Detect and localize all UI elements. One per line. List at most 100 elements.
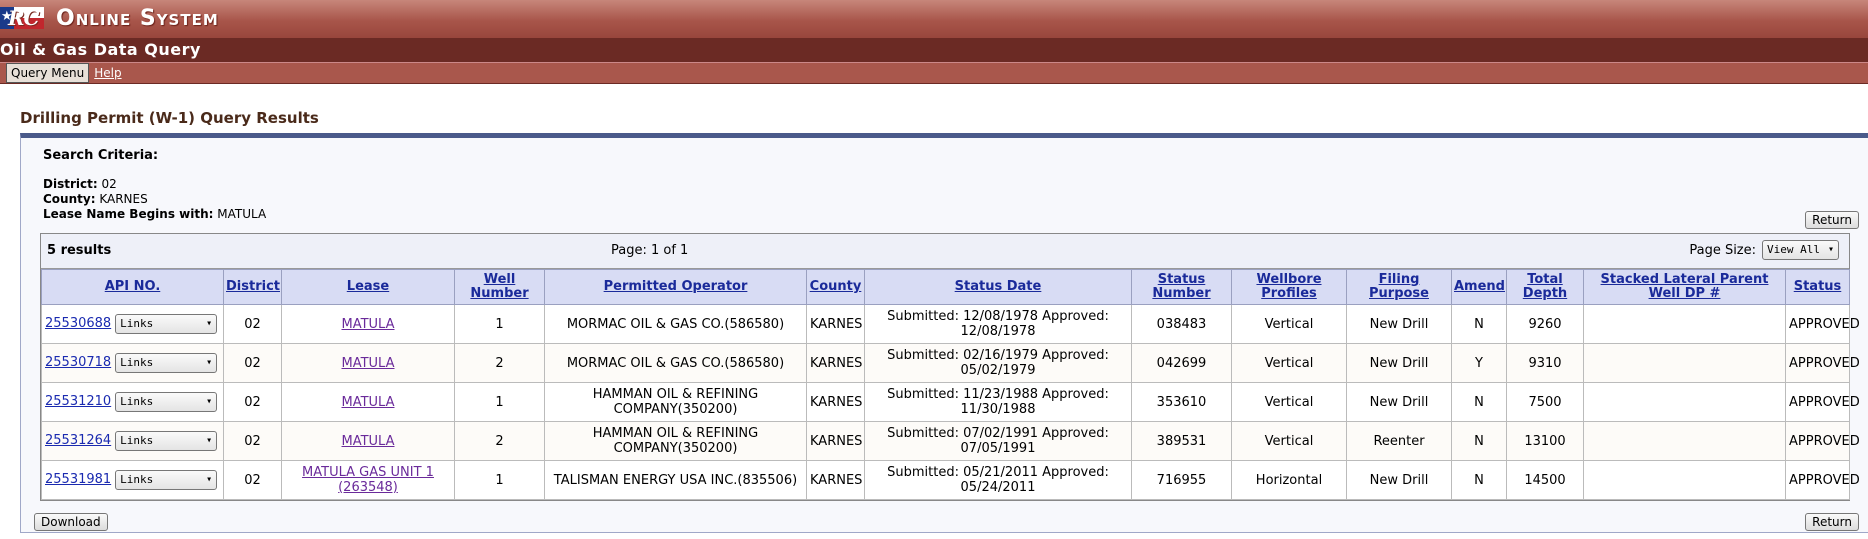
column-header[interactable]: Status Number: [1131, 269, 1232, 305]
download-button[interactable]: Download: [34, 513, 108, 531]
column-header[interactable]: Lease: [281, 269, 455, 305]
cell-well: 1: [454, 304, 545, 344]
chevron-down-icon: ▾: [206, 435, 213, 446]
cell-stacked: [1583, 304, 1786, 344]
criteria-lease: Lease Name Begins with: MATULA: [43, 207, 267, 221]
api-link[interactable]: 25531981: [45, 472, 111, 487]
page-title: Drilling Permit (W-1) Query Results: [20, 109, 319, 127]
system-title: Online System: [56, 6, 219, 31]
cell-well: 1: [454, 460, 545, 500]
column-header[interactable]: Total Depth: [1506, 269, 1584, 305]
cell-purpose: New Drill: [1346, 343, 1452, 383]
query-menu-tab[interactable]: Query Menu: [6, 63, 90, 83]
menu-bar: Query Menu Help: [0, 62, 1868, 84]
texas-flag-icon: ★ RC: [0, 7, 44, 29]
page-size-select[interactable]: View All ▾: [1762, 240, 1839, 260]
table-row: 25530718 Links ▾ 02 MATULA 2 MORMAC OIL & GAS …: [41, 343, 1860, 383]
column-header[interactable]: County: [806, 269, 865, 305]
cell-profile: Vertical: [1231, 382, 1347, 422]
cell-operator: HAMMAN OIL & REFINING COMPANY(350200): [544, 382, 807, 422]
links-select[interactable]: Links ▾: [115, 470, 218, 490]
cell-status-number: 038483: [1131, 304, 1232, 344]
lease-link[interactable]: MATULA: [342, 395, 395, 410]
page-indicator: Page: 1 of 1: [611, 243, 689, 258]
cell-amend: N: [1451, 304, 1507, 344]
table-row: 25531264 Links ▾ 02 MATULA 2 HAMMAN OIL & REFI…: [41, 421, 1860, 461]
cell-purpose: New Drill: [1346, 382, 1452, 422]
lease-link[interactable]: MATULA GAS UNIT 1 (263548): [302, 465, 434, 495]
return-button-bottom[interactable]: Return: [1805, 513, 1859, 531]
cell-status-date: Submitted: 02/16/1979 Approved: 05/02/19…: [864, 343, 1132, 383]
column-header[interactable]: District: [223, 269, 282, 305]
cell-amend: N: [1451, 421, 1507, 461]
cell-status: APPROVED: [1785, 421, 1860, 461]
cell-stacked: [1583, 382, 1786, 422]
cell-depth: 9310: [1506, 343, 1584, 383]
cell-well: 2: [454, 421, 545, 461]
links-select[interactable]: Links ▾: [115, 431, 218, 451]
return-button-top[interactable]: Return: [1805, 211, 1859, 229]
result-count: 5 results: [47, 243, 112, 258]
results-header-bar: 5 results Page: 1 of 1 Page Size: View A…: [41, 234, 1849, 269]
cell-status-date: Submitted: 11/23/1988 Approved: 11/30/19…: [864, 382, 1132, 422]
chevron-down-icon: ▾: [206, 357, 213, 368]
logo-text: RC: [8, 6, 40, 30]
cell-district: 02: [223, 382, 282, 422]
lease-link[interactable]: MATULA: [342, 317, 395, 332]
lease-link[interactable]: MATULA: [342, 356, 395, 371]
cell-county: KARNES: [806, 304, 865, 344]
api-link[interactable]: 25531210: [45, 394, 111, 409]
column-header[interactable]: Stacked Lateral Parent Well DP #: [1583, 269, 1786, 305]
links-select[interactable]: Links ▾: [115, 353, 218, 373]
cell-district: 02: [223, 343, 282, 383]
column-header[interactable]: Wellbore Profiles: [1231, 269, 1347, 305]
lease-link[interactable]: MATULA: [342, 434, 395, 449]
cell-county: KARNES: [806, 421, 865, 461]
cell-well: 1: [454, 382, 545, 422]
cell-status-date: Submitted: 12/08/1978 Approved: 12/08/19…: [864, 304, 1132, 344]
api-link[interactable]: 25530718: [45, 355, 111, 370]
links-select[interactable]: Links ▾: [115, 314, 218, 334]
cell-district: 02: [223, 421, 282, 461]
chevron-down-icon: ▾: [206, 474, 213, 485]
cell-status: APPROVED: [1785, 382, 1860, 422]
cell-depth: 9260: [1506, 304, 1584, 344]
cell-county: KARNES: [806, 460, 865, 500]
results-table: API NO. District Lease Well Number Permitted…: [41, 269, 1860, 500]
column-header[interactable]: Status Date: [864, 269, 1132, 305]
cell-district: 02: [223, 460, 282, 500]
criteria-county: County: KARNES: [43, 192, 148, 206]
results-panel: Search Criteria: District: 02 County: KA…: [20, 133, 1868, 533]
cell-stacked: [1583, 343, 1786, 383]
column-header[interactable]: Filing Purpose: [1346, 269, 1452, 305]
links-select[interactable]: Links ▾: [115, 392, 218, 412]
cell-status-date: Submitted: 05/21/2011 Approved: 05/24/20…: [864, 460, 1132, 500]
criteria-header: Search Criteria:: [43, 148, 159, 163]
column-header[interactable]: API NO.: [41, 269, 224, 305]
column-header[interactable]: Status: [1785, 269, 1850, 305]
chevron-down-icon: ▾: [1827, 244, 1834, 255]
api-link[interactable]: 25530688: [45, 316, 111, 331]
results-table-container: 5 results Page: 1 of 1 Page Size: View A…: [40, 233, 1860, 501]
top-banner: ★ RC Online System: [0, 0, 1868, 38]
column-header[interactable]: Permitted Operator: [544, 269, 807, 305]
column-header[interactable]: Amend: [1451, 269, 1507, 305]
cell-profile: Horizontal: [1231, 460, 1347, 500]
rrc-logo: ★ RC: [0, 7, 44, 29]
cell-county: KARNES: [806, 343, 865, 383]
cell-profile: Vertical: [1231, 304, 1347, 344]
search-criteria: Search Criteria: District: 02 County: KA…: [43, 148, 266, 222]
help-link[interactable]: Help: [89, 63, 126, 83]
table-row: 25531210 Links ▾ 02 MATULA 1 HAMMAN OIL & REFI…: [41, 382, 1860, 422]
column-header[interactable]: Well Number: [454, 269, 545, 305]
cell-county: KARNES: [806, 382, 865, 422]
cell-operator: MORMAC OIL & GAS CO.(586580): [544, 304, 807, 344]
page-size-label: Page Size:: [1689, 242, 1757, 258]
cell-district: 02: [223, 304, 282, 344]
cell-status-number: 042699: [1131, 343, 1232, 383]
api-link[interactable]: 25531264: [45, 433, 111, 448]
cell-operator: TALISMAN ENERGY USA INC.(835506): [544, 460, 807, 500]
cell-amend: Y: [1451, 343, 1507, 383]
cell-depth: 13100: [1506, 421, 1584, 461]
table-row: 25531981 Links ▾ 02 MATULA GAS UNIT 1 (26354…: [41, 460, 1860, 500]
